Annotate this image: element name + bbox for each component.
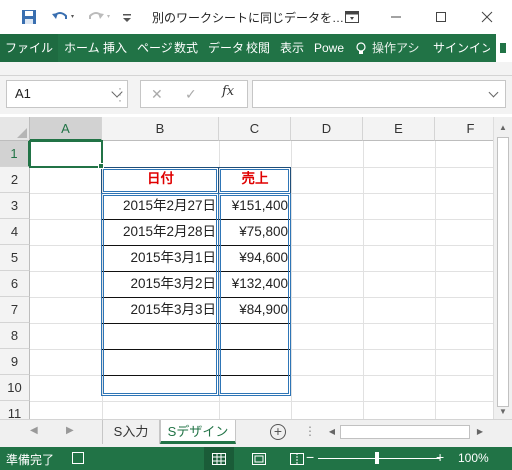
customize-toolbar-icon[interactable] [120,6,134,28]
page-layout-view-icon[interactable] [244,447,274,470]
cell-sales[interactable]: ¥84,900 [219,298,291,322]
horizontal-scrollbar[interactable]: ◀ ▶ [326,423,486,441]
insert-function-icon[interactable]: fx [222,84,234,99]
horizontal-scroll-thumb[interactable] [340,425,470,439]
ribbon-band [0,62,512,76]
ribbon-display-options-icon[interactable] [333,0,371,34]
enter-check-icon[interactable]: ✓ [185,86,197,103]
redo-icon[interactable] [84,6,114,28]
splitter-dots-icon[interactable]: ⋮ [304,424,316,438]
cell-date[interactable]: 2015年3月3日 [102,298,219,322]
ribbon-collapse-button[interactable] [490,34,512,62]
tell-me-box[interactable]: 操作アシ [372,34,420,62]
signin-link[interactable]: サインイン [433,34,493,62]
name-box[interactable]: A1 [6,80,128,108]
maximize-icon[interactable] [422,0,460,34]
zoom-slider-thumb[interactable] [375,452,379,464]
tab-home[interactable]: ホーム [64,34,100,62]
add-sheet-icon[interactable]: + [270,424,286,440]
more-options-icon[interactable]: · · · [118,82,122,106]
zoom-level[interactable]: 100% [458,451,489,465]
status-ready-text: 準備完了 [6,453,55,467]
sheet-tab-s-input[interactable]: S入力 [102,420,160,444]
worksheet-grid[interactable]: A B C D E F 1 2 3 4 5 6 7 8 9 10 11 日付 売… [0,117,493,419]
tab-insert[interactable]: 挿入 [103,34,127,62]
undo-icon[interactable] [48,6,78,28]
ribbon-tabs: ファイル ホーム 挿入 ページ 数式 データ 校閲 表示 Powe 操作アシ サ… [0,34,512,62]
tab-data[interactable]: データ [208,34,244,62]
macro-record-icon[interactable] [72,452,84,464]
tab-file[interactable]: ファイル [0,34,58,62]
normal-view-icon[interactable] [204,447,234,470]
zoom-out-icon[interactable]: − [306,449,314,465]
cancel-x-icon[interactable]: ✕ [151,86,163,103]
status-bar: 準備完了 − + 100% [0,447,512,470]
scroll-right-icon[interactable]: ▶ [474,424,486,440]
scroll-left-icon[interactable]: ◀ [326,424,338,440]
tab-power[interactable]: Powe [314,34,344,62]
lightbulb-icon[interactable] [356,34,366,62]
active-cell-a1[interactable] [29,140,103,168]
cell-date[interactable]: 2015年3月1日 [102,246,219,270]
vertical-scroll-thumb[interactable] [497,137,509,407]
minimize-icon[interactable] [377,0,415,34]
zoom-in-icon[interactable]: + [436,449,444,465]
cell-b2-date-header[interactable]: 日付 [102,167,219,193]
cell-date[interactable]: 2015年3月2日 [102,272,219,296]
formula-input[interactable] [252,80,506,108]
tab-page-layout[interactable]: ページ [137,34,173,62]
fill-handle[interactable] [98,163,104,169]
vertical-scrollbar[interactable]: ▲ ▼ [493,117,512,419]
cell-sales[interactable]: ¥94,600 [219,246,291,270]
cell-c2-sales-header[interactable]: 売上 [219,167,291,193]
save-icon[interactable] [18,6,40,28]
scroll-down-icon[interactable]: ▼ [494,403,512,419]
cell-sales[interactable]: ¥75,800 [219,220,291,244]
cell-date[interactable]: 2015年2月28日 [102,220,219,244]
scroll-up-icon[interactable]: ▲ [494,119,512,135]
window-title: 別のワークシートに同じデータを… [152,11,345,25]
expand-formula-icon[interactable] [488,87,499,98]
cell-sales[interactable]: ¥151,400 [219,194,291,218]
tab-view[interactable]: 表示 [280,34,304,62]
sheet-tab-s-design[interactable]: Sデザイン [160,420,236,444]
next-sheet-icon[interactable]: ▶ [66,425,74,436]
zoom-slider[interactable] [318,458,440,459]
close-icon[interactable] [468,0,506,34]
tab-formulas[interactable]: 数式 [174,34,198,62]
tab-review[interactable]: 校閲 [246,34,270,62]
sheet-tab-bar: ◀ ▶ S入力 Sデザイン + ⋮ ◀ ▶ [0,419,512,447]
cell-date[interactable]: 2015年2月27日 [102,194,219,218]
prev-sheet-icon[interactable]: ◀ [30,425,38,436]
title-bar: 別のワークシートに同じデータを… [0,0,512,34]
name-box-value: A1 [15,86,31,101]
cell-sales[interactable]: ¥132,400 [219,272,291,296]
